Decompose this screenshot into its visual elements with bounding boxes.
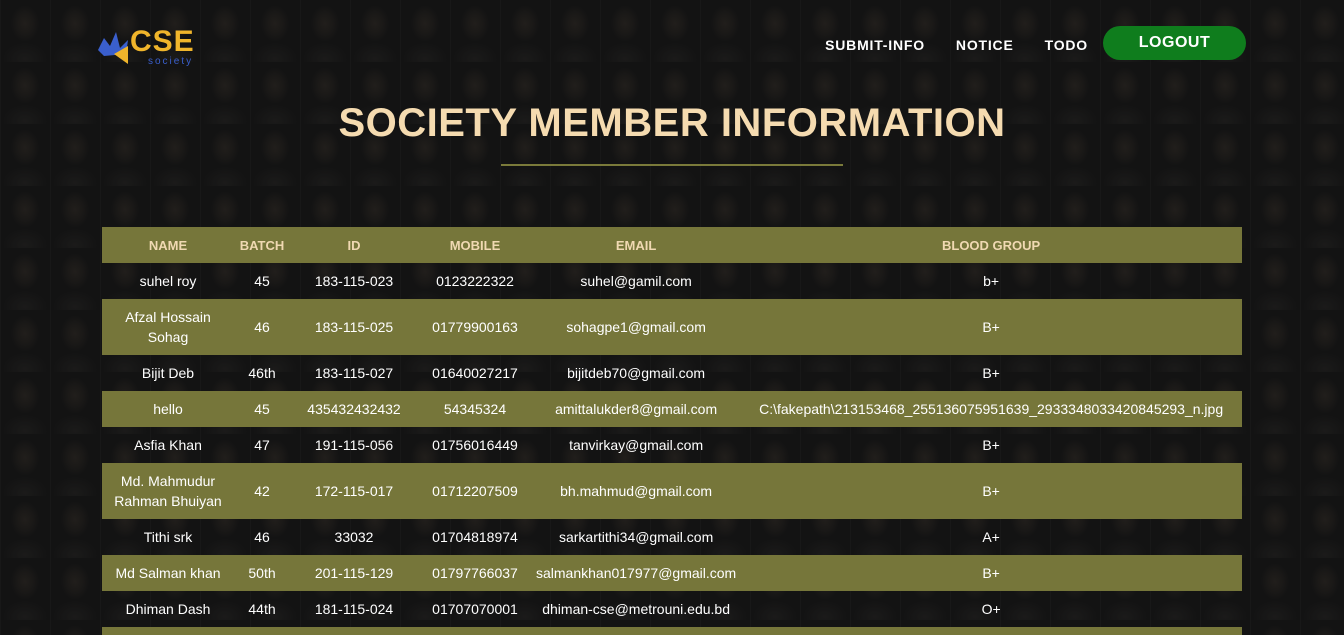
- cell-blood-group: C:\fakepath\213153468_255136075951639_29…: [759, 401, 1224, 417]
- cell-mobile: 54345324: [443, 401, 507, 417]
- cell-name: Md Salman khan: [115, 565, 221, 581]
- cell-blood-group: B+: [982, 319, 1000, 335]
- cell-mobile: 01756016449: [432, 437, 518, 453]
- cell-blood-group: b+: [983, 273, 1000, 289]
- table-row: Md. Mahmudur Rahman Bhuiyan 42 172-115-017…: [102, 463, 1242, 519]
- cell-id: 181-115-024: [314, 601, 394, 617]
- cell-email: dhiman-cse@metrouni.edu.bd: [542, 601, 730, 617]
- table-row: suhel roy 45 183-115-023 0123222322 suhel@ga…: [102, 263, 1242, 299]
- header-mobile: MOBILE: [449, 237, 501, 253]
- cell-id: 33032: [334, 529, 374, 545]
- site-logo[interactable]: CSE society: [96, 26, 206, 68]
- cell-blood-group: B+: [982, 565, 1000, 581]
- cell-batch: 50th: [248, 565, 276, 581]
- header-name: NAME: [148, 237, 188, 253]
- cell-id: 183-115-027: [314, 365, 394, 381]
- table-row: Md Salman khan 50th 201-115-129 01797766037…: [102, 555, 1242, 591]
- table-row: Asfia Khan 47 191-115-056 01756016449 tanvir…: [102, 427, 1242, 463]
- cell-blood-group: B+: [982, 365, 1000, 381]
- table-row: hello 45 435432432432 54345324 amittalukder8…: [102, 391, 1242, 427]
- cell-email: sarkartithi34@gmail.com: [558, 529, 714, 545]
- nav-todo[interactable]: TODO: [1045, 37, 1088, 53]
- cell-name: Asfia Khan: [134, 437, 202, 453]
- cell-name: Bijit Deb: [141, 365, 195, 381]
- header-email: EMAIL: [615, 237, 657, 253]
- cell-email: salmankhan017977@gmail.com: [536, 565, 737, 581]
- cell-blood-group: A+: [982, 529, 1000, 545]
- cell-batch: 44th: [248, 601, 276, 617]
- cell-email: [532, 627, 740, 635]
- table-row: Tithi srk 46 33032 01704818974 sarkartithi34…: [102, 519, 1242, 555]
- cell-mobile: 01797766037: [432, 565, 518, 581]
- cell-mobile: 01712207509: [432, 483, 518, 499]
- cell-email: suhel@gamil.com: [580, 273, 692, 289]
- cell-batch: 46th: [248, 365, 276, 381]
- members-table: NAME BATCH ID MOBILE EMAIL BLOOD GROUP s…: [102, 227, 1242, 635]
- cell-batch: 46: [254, 319, 270, 335]
- cell-batch: [234, 627, 290, 635]
- nav-notice[interactable]: NOTICE: [956, 37, 1014, 53]
- cell-email: tanvirkay@gmail.com: [569, 437, 704, 453]
- logo-text: CSE: [130, 25, 195, 58]
- cell-email: amittalukder8@gmail.com: [555, 401, 718, 417]
- cell-name: Tithi srk: [143, 529, 193, 545]
- page-title: SOCIETY MEMBER INFORMATION: [338, 101, 1006, 145]
- cell-mobile: 01707070001: [432, 601, 518, 617]
- table-row: Dhiman Dash 44th 181-115-024 01707070001 dhi…: [102, 591, 1242, 627]
- cell-id: 183-115-025: [314, 319, 394, 335]
- table-row: [102, 627, 1242, 635]
- cell-batch: 45: [254, 273, 270, 289]
- cell-blood-group: [740, 627, 1242, 635]
- cell-batch: 46: [254, 529, 270, 545]
- cell-blood-group: B+: [982, 483, 1000, 499]
- cell-email: bh.mahmud@gmail.com: [560, 483, 713, 499]
- cell-id: 201-115-129: [314, 565, 394, 581]
- logo-subtext: society: [148, 56, 194, 67]
- cell-id: 435432432432: [307, 401, 401, 417]
- cell-id: 183-115-023: [314, 273, 394, 289]
- top-nav: SUBMIT-INFO NOTICE TODO LOGOUT: [794, 26, 1246, 62]
- cell-batch: 45: [254, 401, 270, 417]
- cell-blood-group: B+: [982, 437, 1000, 453]
- cell-name: Dhiman Dash: [125, 601, 211, 617]
- table-row: Bijit Deb 46th 183-115-027 01640027217 bijit…: [102, 355, 1242, 391]
- cell-name: hello: [153, 401, 183, 417]
- cell-id: 191-115-056: [314, 437, 394, 453]
- cell-name: Md. Mahmudur Rahman Bhuiyan: [114, 473, 222, 509]
- cell-mobile: 0123222322: [436, 273, 514, 289]
- cell-mobile: 01779900163: [432, 319, 518, 335]
- cell-id: 172-115-017: [314, 483, 394, 499]
- cell-batch: 42: [254, 483, 270, 499]
- cell-email: bijitdeb70@gmail.com: [567, 365, 706, 381]
- cell-name: suhel roy: [139, 273, 197, 289]
- header-batch: BATCH: [239, 237, 285, 253]
- table-header-row: NAME BATCH ID MOBILE EMAIL BLOOD GROUP: [102, 227, 1242, 263]
- cell-id: [290, 627, 418, 635]
- cell-name: Afzal Hossain Sohag: [125, 309, 211, 345]
- header-blood-group: BLOOD GROUP: [941, 237, 1041, 253]
- cell-mobile: [418, 627, 532, 635]
- cell-mobile: 01704818974: [432, 529, 518, 545]
- cell-mobile: 01640027217: [432, 365, 518, 381]
- cell-name: [102, 627, 234, 635]
- cell-email: sohagpe1@gmail.com: [566, 319, 706, 335]
- logout-button[interactable]: LOGOUT: [1103, 26, 1246, 60]
- nav-submit-info[interactable]: SUBMIT-INFO: [825, 37, 925, 53]
- table-row: Afzal Hossain Sohag 46 183-115-025 01779900…: [102, 299, 1242, 355]
- cell-batch: 47: [254, 437, 270, 453]
- header-id: ID: [347, 237, 361, 253]
- cell-blood-group: O+: [981, 601, 1001, 617]
- title-divider: [501, 164, 843, 166]
